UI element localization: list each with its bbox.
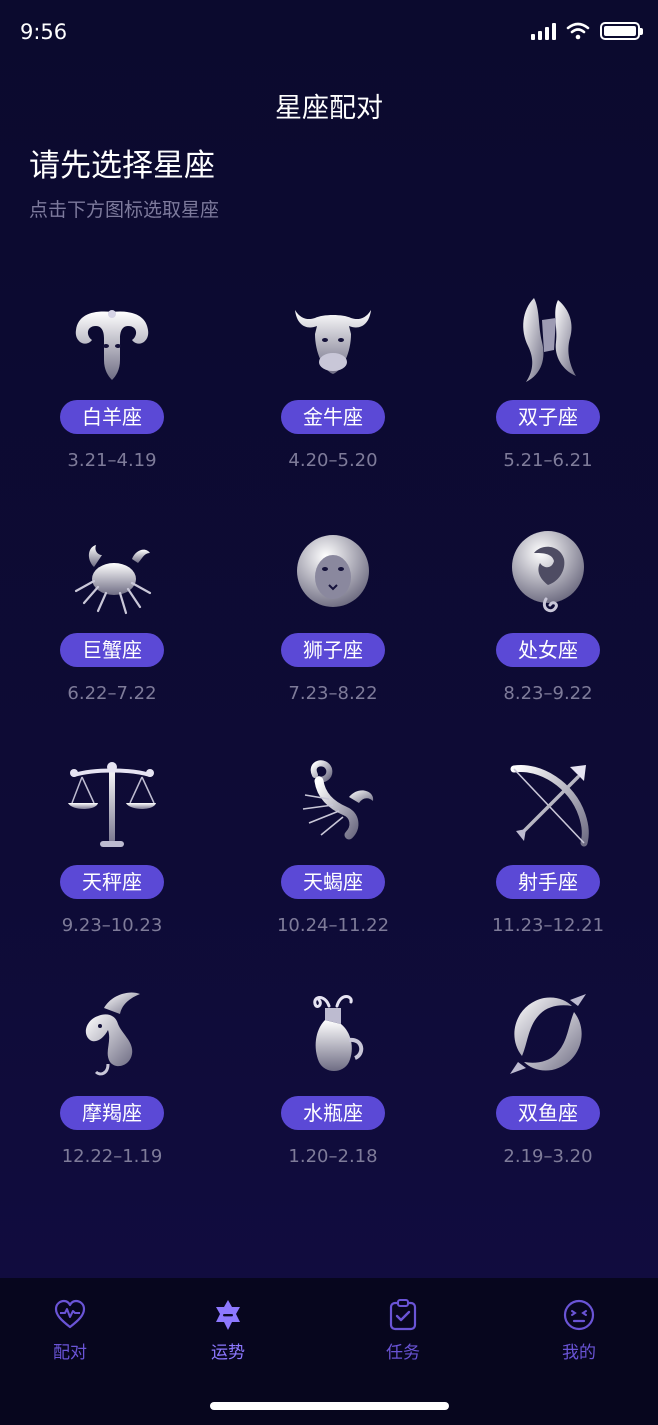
zodiac-item-capricorn[interactable]: 摩羯座 12.22–1.19 xyxy=(12,986,212,1186)
zodiac-dates: 9.23–10.23 xyxy=(61,915,163,936)
status-time: 9:56 xyxy=(20,20,68,44)
aquarius-icon xyxy=(313,995,364,1071)
page-title: 星座配对 xyxy=(275,93,383,124)
zodiac-item-taurus[interactable]: 金牛座 4.20–5.20 xyxy=(233,290,433,490)
tab-label: 我的 xyxy=(562,1343,596,1363)
select-hint: 点击下方图标选取星座 xyxy=(29,199,220,221)
status-icons xyxy=(531,22,643,40)
leo-icon xyxy=(297,535,369,607)
zodiac-name: 摩羯座 xyxy=(60,1096,164,1130)
zodiac-item-gemini[interactable]: 双子座 5.21–6.21 xyxy=(448,290,648,490)
zodiac-dates: 11.23–12.21 xyxy=(491,915,605,936)
zodiac-dates: 10.24–11.22 xyxy=(276,915,390,936)
heart-pulse-icon xyxy=(54,1299,86,1329)
zodiac-dates: 4.20–5.20 xyxy=(288,450,378,471)
status-bar: 9:56 xyxy=(0,0,658,68)
face-icon xyxy=(563,1299,595,1331)
tab-mine[interactable]: 我的 xyxy=(534,1298,624,1363)
zodiac-name: 巨蟹座 xyxy=(60,633,164,667)
zodiac-dates: 2.19–3.20 xyxy=(503,1146,593,1167)
tab-fortune[interactable]: 运势 xyxy=(183,1298,273,1363)
zodiac-name: 双鱼座 xyxy=(496,1096,600,1130)
tab-tasks[interactable]: 任务 xyxy=(358,1298,448,1363)
zodiac-name: 天蝎座 xyxy=(281,865,385,899)
pisces-icon xyxy=(510,994,586,1074)
zodiac-name: 射手座 xyxy=(496,865,600,899)
star-badge-icon xyxy=(216,1300,240,1330)
zodiac-item-pisces[interactable]: 双鱼座 2.19–3.20 xyxy=(448,986,648,1186)
clipboard-check-icon xyxy=(389,1299,417,1331)
zodiac-item-cancer[interactable]: 巨蟹座 6.22–7.22 xyxy=(12,523,212,723)
select-heading: 请先选择星座 xyxy=(29,148,215,184)
zodiac-dates: 1.20–2.18 xyxy=(288,1146,378,1167)
sagittarius-icon xyxy=(510,765,589,847)
zodiac-name: 水瓶座 xyxy=(281,1096,385,1130)
capricorn-icon xyxy=(85,992,140,1076)
tab-pair[interactable]: 配对 xyxy=(25,1298,115,1363)
cancer-icon xyxy=(74,545,152,615)
zodiac-dates: 8.23–9.22 xyxy=(503,683,593,704)
home-indicator[interactable] xyxy=(210,1402,449,1410)
zodiac-dates: 3.21–4.19 xyxy=(67,450,157,471)
zodiac-name: 金牛座 xyxy=(281,400,385,434)
aries-icon xyxy=(75,310,149,380)
zodiac-item-scorpio[interactable]: 天蝎座 10.24–11.22 xyxy=(233,755,433,955)
tab-label: 任务 xyxy=(386,1343,420,1363)
zodiac-dates: 7.23–8.22 xyxy=(288,683,378,704)
zodiac-item-leo[interactable]: 狮子座 7.23–8.22 xyxy=(233,523,433,723)
zodiac-item-virgo[interactable]: 处女座 8.23–9.22 xyxy=(448,523,648,723)
zodiac-name: 双子座 xyxy=(496,400,600,434)
tab-label: 运势 xyxy=(211,1343,245,1363)
libra-icon xyxy=(68,762,156,847)
zodiac-item-aquarius[interactable]: 水瓶座 1.20–2.18 xyxy=(233,986,433,1186)
scorpio-icon xyxy=(302,760,374,840)
gemini-icon xyxy=(523,298,576,382)
taurus-icon xyxy=(295,310,371,374)
zodiac-item-sagittarius[interactable]: 射手座 11.23–12.21 xyxy=(448,755,648,955)
tab-label: 配对 xyxy=(53,1343,87,1363)
zodiac-dates: 6.22–7.22 xyxy=(67,683,157,704)
zodiac-item-aries[interactable]: 白羊座 3.21–4.19 xyxy=(12,290,212,490)
battery-icon xyxy=(600,22,643,40)
screen: 9:56 星座配对 请先选择星座 点击下方图标选取星座 白羊座 3.21–4.1… xyxy=(0,0,658,1425)
zodiac-item-libra[interactable]: 天秤座 9.23–10.23 xyxy=(12,755,212,955)
zodiac-name: 白羊座 xyxy=(60,400,164,434)
zodiac-dates: 5.21–6.21 xyxy=(503,450,593,471)
zodiac-name: 天秤座 xyxy=(60,865,164,899)
zodiac-name: 处女座 xyxy=(496,633,600,667)
wifi-icon xyxy=(566,22,590,40)
zodiac-name: 狮子座 xyxy=(281,633,385,667)
virgo-icon xyxy=(512,531,584,613)
zodiac-dates: 12.22–1.19 xyxy=(61,1146,163,1167)
cellular-signal-icon xyxy=(531,22,556,40)
